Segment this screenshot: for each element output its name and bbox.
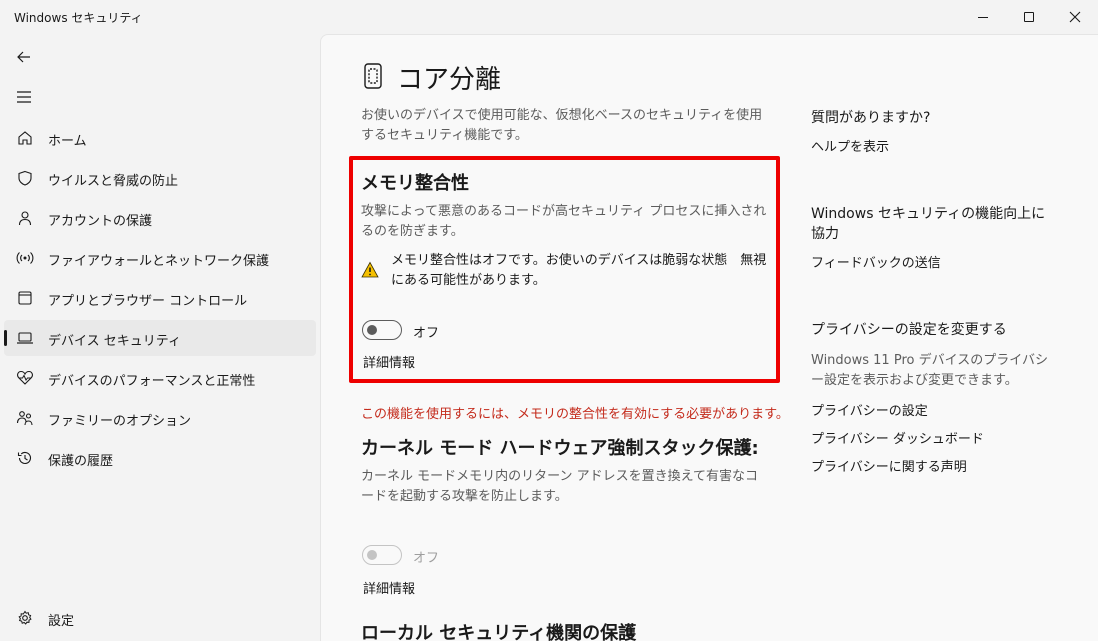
sidebar-item-label: デバイス セキュリティ <box>48 334 181 349</box>
memory-integrity-details-link[interactable]: 詳細情報 <box>363 352 415 371</box>
sidebar-item-label: 設定 <box>48 614 75 629</box>
core-isolation-chip-icon <box>361 61 385 91</box>
toggle-knob <box>367 550 377 560</box>
hamburger-menu-icon <box>17 91 31 103</box>
warning-icon <box>361 261 379 279</box>
memory-integrity-toggle-label: オフ <box>413 326 440 341</box>
sidebar-item-device-performance[interactable]: デバイスのパフォーマンスと正常性 <box>4 360 316 396</box>
sidebar-item-label: 保護の履歴 <box>48 454 114 469</box>
toggle-knob <box>367 325 377 335</box>
heart-pulse-icon <box>16 369 34 387</box>
close-icon <box>1069 11 1081 23</box>
maximize-button[interactable] <box>1006 0 1052 34</box>
shield-icon <box>16 169 34 187</box>
memory-integrity-warning: メモリ整合性はオフです。お使いのデバイスは脆弱な状態 無視にある可能性があります… <box>391 253 767 288</box>
memory-integrity-toggle[interactable] <box>362 320 402 340</box>
sidebar-item-family-options[interactable]: ファミリーのオプション <box>4 400 316 436</box>
maximize-icon <box>1024 12 1034 22</box>
privacy-settings-link[interactable]: プライバシーの設定 <box>811 400 928 419</box>
person-icon <box>16 209 34 227</box>
memory-integrity-heading: メモリ整合性 <box>361 173 469 194</box>
main-content: コア分離 お使いのデバイスで使用可能な、仮想化ベースのセキュリティを使用するセキ… <box>320 34 1098 641</box>
sidebar-item-label: ホーム <box>48 134 87 149</box>
minimize-icon <box>978 16 988 18</box>
sidebar-item-account-protection[interactable]: アカウントの保護 <box>4 200 316 236</box>
privacy-dashboard-link[interactable]: プライバシー ダッシュボード <box>811 428 984 447</box>
improve-heading: Windows セキュリティの機能向上に協力 <box>811 206 1046 242</box>
kernel-stack-toggle-label: オフ <box>413 551 440 566</box>
home-icon <box>16 129 34 147</box>
sidebar-item-label: ウイルスと脅威の防止 <box>48 174 179 189</box>
sidebar-item-label: ファミリーのオプション <box>48 414 192 429</box>
sidebar-item-home[interactable]: ホーム <box>4 120 316 156</box>
close-button[interactable] <box>1052 0 1098 34</box>
laptop-icon <box>16 329 34 347</box>
sidebar-item-virus-protection[interactable]: ウイルスと脅威の防止 <box>4 160 316 196</box>
lsa-heading: ローカル セキュリティ機関の保護 <box>361 623 637 641</box>
gear-icon <box>16 609 34 627</box>
privacy-description: Windows 11 Pro デバイスのプライバシー設定を表示および変更できます… <box>811 353 1048 388</box>
feedback-link[interactable]: フィードバックの送信 <box>811 252 941 271</box>
question-heading: 質問がありますか? <box>811 110 931 126</box>
history-icon <box>16 449 34 467</box>
sidebar-item-firewall[interactable]: ファイアウォールとネットワーク保護 <box>4 240 316 276</box>
wifi-signal-icon <box>16 249 34 267</box>
family-icon <box>16 409 34 427</box>
kernel-stack-heading: カーネル モード ハードウェア強制スタック保護: <box>361 438 759 459</box>
privacy-statement-link[interactable]: プライバシーに関する声明 <box>811 456 967 475</box>
sidebar-item-device-security[interactable]: デバイス セキュリティ <box>4 320 316 356</box>
page-description: お使いのデバイスで使用可能な、仮想化ベースのセキュリティを使用するセキュリティ機… <box>361 108 763 143</box>
kernel-stack-details-link[interactable]: 詳細情報 <box>363 578 415 597</box>
sidebar-item-protection-history[interactable]: 保護の履歴 <box>4 440 316 476</box>
help-link[interactable]: ヘルプを表示 <box>811 136 889 155</box>
app-window-icon <box>16 289 34 307</box>
kernel-stack-toggle[interactable] <box>362 545 402 565</box>
sidebar-item-app-browser[interactable]: アプリとブラウザー コントロール <box>4 280 316 316</box>
sidebar-item-label: アプリとブラウザー コントロール <box>48 294 248 309</box>
sidebar-item-label: デバイスのパフォーマンスと正常性 <box>48 374 256 389</box>
sidebar: ホーム ウイルスと脅威の防止 アカウントの保護 ファイアウォールとネットワーク保… <box>0 34 320 641</box>
memory-integrity-description: 攻撃によって悪意のあるコードが高セキュリティ プロセスに挿入されるのを防ぎます。 <box>361 204 767 239</box>
kernel-stack-description: カーネル モードメモリ内のリターン アドレスを置き換えて有害なコードを起動する攻… <box>361 469 758 504</box>
requirement-note: この機能を使用するには、メモリの整合性を有効にする必要があります。 <box>361 407 789 422</box>
minimize-button[interactable] <box>960 0 1006 34</box>
page-title: コア分離 <box>397 65 502 95</box>
sidebar-item-settings[interactable]: 設定 <box>4 600 316 636</box>
privacy-heading: プライバシーの設定を変更する <box>811 322 1007 338</box>
title-bar: Windows セキュリティ <box>0 0 1098 34</box>
back-arrow-icon <box>17 51 30 63</box>
back-button[interactable] <box>10 43 38 71</box>
menu-button[interactable] <box>10 83 38 111</box>
sidebar-item-label: ファイアウォールとネットワーク保護 <box>48 254 270 269</box>
window-title: Windows セキュリティ <box>14 11 143 25</box>
sidebar-item-label: アカウントの保護 <box>48 214 153 229</box>
